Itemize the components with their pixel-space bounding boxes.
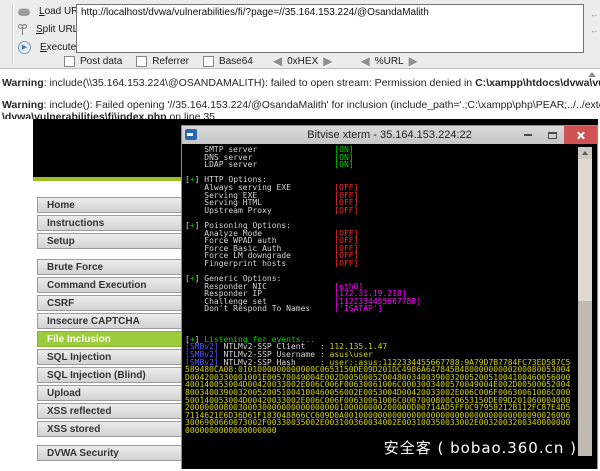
warning-text: Warning: include(\\35.164.153.224\@OSAND…	[2, 77, 600, 89]
hackbar-options-row: Post data Referrer Base64 ◀ 0xHEX ▶ ◀ %URL ▶	[64, 55, 440, 67]
terminal-text: Upstream Proxy	[185, 206, 334, 215]
close-button[interactable]	[564, 126, 597, 144]
sidebar-group: DVWA Security	[37, 445, 183, 461]
checkbox-post-data[interactable]	[64, 56, 75, 67]
terminal-text: LDAP server	[185, 160, 334, 169]
checkbox-label: Base64	[219, 56, 253, 67]
warning-text: Warning: include(): Failed opening '//35…	[2, 99, 600, 111]
terminal-text: Fingerprint hosts	[185, 259, 334, 268]
php-warnings: Warning: include(\\35.164.153.224\@OSAND…	[0, 70, 600, 119]
sidebar-group: Home Instructions Setup	[37, 197, 183, 249]
sidebar-item-instructions[interactable]: Instructions	[37, 215, 183, 231]
sidebar-item-sql-injection[interactable]: SQL Injection	[37, 349, 183, 365]
terminal-text: 0000000000000000000	[185, 426, 277, 435]
sidebar-item-xss-reflected[interactable]: XSS reflected	[37, 403, 183, 419]
sidebar-item-dvwa-security[interactable]: DVWA Security	[37, 445, 183, 461]
terminal-titlebar[interactable]: Bitvise xterm - 35.164.153.224:22	[182, 126, 597, 144]
sidebar-item-command-execution[interactable]: Command Execution	[37, 277, 183, 293]
terminal-text: [OFF]	[334, 259, 358, 268]
split-url-icon	[18, 24, 27, 35]
terminal-line: LDAP server [ON]	[185, 161, 570, 169]
scrollbar-track[interactable]	[578, 301, 592, 456]
converter-label: %URL	[375, 56, 404, 67]
load-url-icon	[18, 8, 30, 16]
sidebar-item-csrf[interactable]: CSRF	[37, 295, 183, 311]
hackbar-actions: Load URL Split URL Execute	[18, 5, 84, 59]
dvwa-header-left	[33, 119, 183, 177]
checkbox-label: Post data	[80, 56, 122, 67]
checkbox-label: Referrer	[152, 56, 189, 67]
encode-right-arrow-icon[interactable]: ▶	[323, 56, 332, 66]
sidebar-item-brute-force[interactable]: Brute Force	[37, 259, 183, 275]
terminal-text: [ON]	[334, 160, 353, 169]
dvwa-sidebar: Home Instructions Setup Brute Force Command …	[37, 197, 183, 471]
sidebar-item-sql-injection-blind[interactable]: SQL Injection (Blind)	[37, 367, 183, 383]
sidebar-item-upload[interactable]: Upload	[37, 385, 183, 401]
sidebar-item-insecure-captcha[interactable]: Insecure CAPTCHA	[37, 313, 183, 329]
hackbar-action-label: Execute	[40, 42, 76, 53]
toolbar-overflow-arrows-icon[interactable]: ← ←	[587, 6, 599, 38]
terminal-output: SMTP server [ON] DNS server [ON] LDAP se…	[185, 146, 570, 435]
checkbox-base64[interactable]	[203, 56, 214, 67]
decode-left-arrow-icon[interactable]: ◀	[360, 56, 369, 66]
sidebar-item-file-inclusion[interactable]: File Inclusion	[37, 331, 183, 347]
terminal-line: 0000000000000000000	[185, 427, 570, 435]
terminal-line: Don't Respond To Names ['ISATAP']	[185, 305, 570, 313]
hackbar-toolbar: Load URL Split URL Execute http://localhos…	[0, 0, 600, 69]
page-scrollbar-up-icon[interactable]	[588, 72, 596, 77]
terminal-line	[185, 321, 570, 329]
checkbox-item-referrer[interactable]: Referrer	[136, 56, 189, 67]
window-buttons	[516, 126, 597, 144]
hackbar-action-load-url[interactable]: Load URL	[18, 5, 84, 18]
sidebar-item-home[interactable]: Home	[37, 197, 183, 213]
terminal-scrollbar	[578, 147, 592, 456]
warning-text: \dvwa\vulnerabilities\fi\index.php on li…	[2, 111, 215, 119]
scrollbar-thumb[interactable]	[578, 159, 592, 301]
terminal-line: Upstream Proxy [OFF]	[185, 207, 570, 215]
converter-0xhex: ◀ 0xHEX ▶	[273, 56, 333, 67]
hackbar-action-label: Split URL	[36, 24, 78, 35]
converter-label: 0xHEX	[287, 56, 318, 67]
terminal-line: Fingerprint hosts [OFF]	[185, 260, 570, 268]
terminal-text: ['ISATAP']	[334, 304, 382, 313]
url-input[interactable]: http://localhost/dvwa/vulnerabilities/fi…	[76, 4, 584, 53]
watermark-text: 安全客 ( bobao.360.cn )	[384, 437, 577, 458]
decode-left-arrow-icon[interactable]: ◀	[273, 56, 282, 66]
scroll-up-icon[interactable]	[578, 147, 592, 159]
hackbar-action-execute[interactable]: Execute	[18, 41, 84, 54]
toolbar-grip[interactable]	[12, 4, 14, 64]
maximize-button[interactable]	[540, 126, 564, 144]
checkbox-referrer[interactable]	[136, 56, 147, 67]
terminal-line	[185, 313, 570, 321]
encode-right-arrow-icon[interactable]: ▶	[409, 56, 418, 66]
bitvise-app-icon	[185, 129, 197, 140]
terminal-window: Bitvise xterm - 35.164.153.224:22 SMTP s…	[181, 125, 598, 469]
sidebar-item-xss-stored[interactable]: XSS stored	[37, 421, 183, 437]
converter-url: ◀ %URL ▶	[360, 56, 417, 67]
terminal-text: Don't Respond To Names	[185, 304, 334, 313]
sidebar-item-setup[interactable]: Setup	[37, 233, 183, 249]
minimize-button[interactable]	[516, 126, 540, 144]
execute-icon	[18, 41, 31, 54]
terminal-text: [OFF]	[334, 206, 358, 215]
sidebar-group: Brute Force Command Execution CSRF Insecure…	[37, 259, 183, 437]
checkbox-item-post-data[interactable]: Post data	[64, 56, 122, 67]
hackbar-action-split-url[interactable]: Split URL	[18, 23, 84, 36]
checkbox-item-base64[interactable]: Base64	[203, 56, 253, 67]
dvwa-header-divider	[33, 177, 183, 181]
